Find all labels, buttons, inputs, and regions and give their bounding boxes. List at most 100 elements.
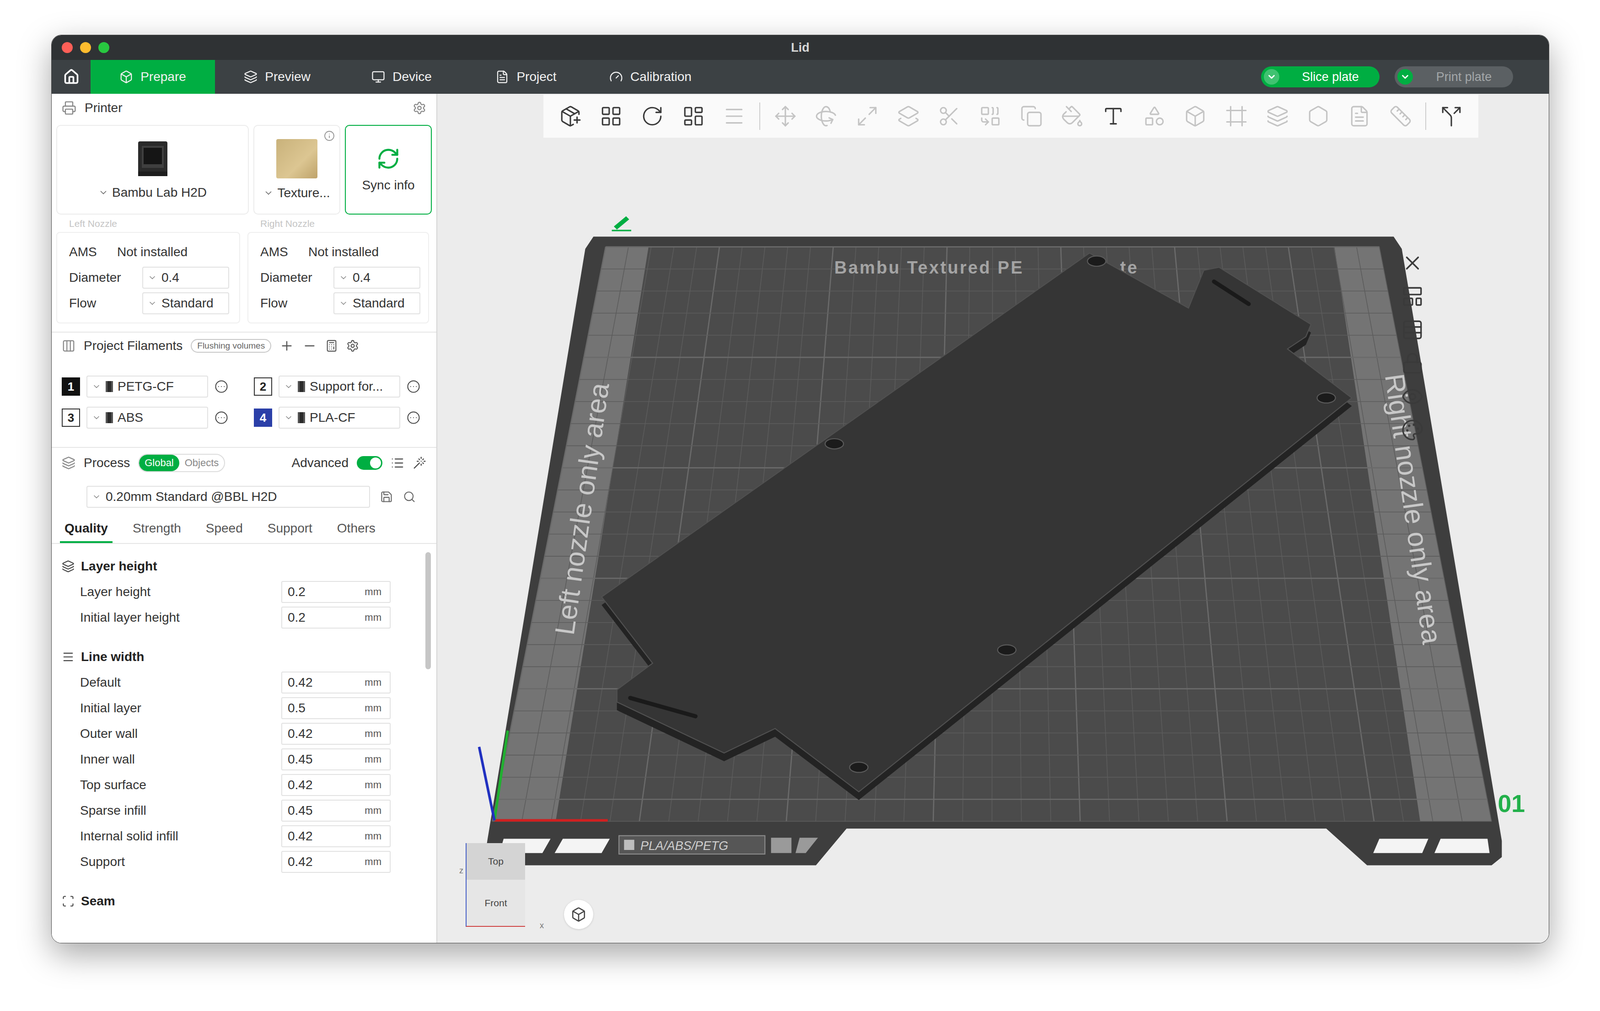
scrollbar-thumb[interactable] <box>425 552 431 670</box>
tool-button[interactable] <box>636 100 669 133</box>
tool-button[interactable] <box>1261 100 1294 133</box>
group-title: Seam <box>61 888 391 914</box>
dropdown-caret[interactable] <box>1263 69 1280 85</box>
nav-tab[interactable]: Device <box>339 59 464 94</box>
edit-plate-icon[interactable] <box>612 216 632 231</box>
tool-button[interactable] <box>810 100 843 133</box>
tool-button[interactable] <box>1343 100 1376 133</box>
process-tab[interactable]: Others <box>332 515 381 543</box>
reset-view-button[interactable] <box>563 899 594 929</box>
view-cube[interactable]: TopFrontzx <box>465 842 526 927</box>
chevron-down-icon <box>147 273 157 283</box>
print-plate-button[interactable]: Print plate <box>1394 66 1514 88</box>
process-tab[interactable]: Quality <box>59 515 113 543</box>
tool-button[interactable] <box>1015 100 1048 133</box>
window-control-button[interactable] <box>61 42 73 54</box>
tool-button[interactable] <box>1302 100 1335 133</box>
process-tab[interactable]: Strength <box>128 515 186 543</box>
scope-option[interactable]: Objects <box>179 454 225 472</box>
plate-tool-button[interactable] <box>1397 414 1428 446</box>
sync-info-card[interactable]: Sync info <box>344 124 432 215</box>
plate-card[interactable]: Texture... <box>253 124 341 215</box>
nav-tab[interactable]: Calibration <box>588 59 713 94</box>
setting-field[interactable]: 0.5mm <box>281 697 391 720</box>
process-tab[interactable]: Speed <box>201 515 248 543</box>
tool-button[interactable] <box>718 100 751 133</box>
window-control-button[interactable] <box>80 42 92 54</box>
filament-dropdown[interactable]: ABS <box>86 406 209 429</box>
slice-plate-button[interactable]: Slice plate <box>1261 66 1380 88</box>
home-button[interactable] <box>51 59 91 94</box>
save-icon <box>380 490 393 504</box>
plate-tool-button[interactable] <box>1397 348 1428 379</box>
filament-dropdown[interactable]: PETG-CF <box>86 375 209 398</box>
cube-top-face[interactable]: Top <box>466 842 526 880</box>
setting-field[interactable]: 0.42mm <box>281 722 391 745</box>
nav-tab[interactable]: Preview <box>214 59 340 94</box>
tool-button[interactable] <box>1179 100 1212 133</box>
tool-button[interactable] <box>1435 100 1468 133</box>
filament-dropdown[interactable]: Support for... <box>278 375 401 398</box>
scope-option[interactable]: Global <box>139 454 180 472</box>
filament-number[interactable]: 4 <box>253 408 273 427</box>
filament-number[interactable]: 2 <box>253 377 273 396</box>
tool-button[interactable] <box>554 100 587 133</box>
advanced-switch[interactable] <box>356 456 383 470</box>
lid-hole <box>997 644 1016 656</box>
tool-button[interactable] <box>1384 100 1417 133</box>
tool-button[interactable] <box>892 100 925 133</box>
scope-toggle[interactable]: GlobalObjects <box>138 453 226 473</box>
diameter-dropdown[interactable]: 0.4 <box>333 266 421 289</box>
tool-icon <box>937 104 961 128</box>
flow-dropdown[interactable]: Standard <box>142 292 230 315</box>
setting-field[interactable]: 0.42mm <box>281 825 391 848</box>
nav-tab[interactable]: Project <box>463 59 589 94</box>
tool-button[interactable] <box>933 100 966 133</box>
tool-button[interactable] <box>1138 100 1171 133</box>
filament-number[interactable]: 3 <box>61 408 81 427</box>
setting-field[interactable]: 0.42mm <box>281 671 391 694</box>
dropdown-caret[interactable] <box>1397 69 1413 85</box>
tool-button[interactable] <box>1097 100 1130 133</box>
tool-button[interactable] <box>677 100 710 133</box>
filament-number[interactable]: 1 <box>61 377 81 396</box>
setting-field[interactable]: 0.42mm <box>281 773 391 796</box>
tool-button[interactable] <box>769 100 802 133</box>
nav-tab-icon <box>371 69 386 84</box>
lid-object[interactable] <box>601 252 1352 792</box>
tool-button[interactable] <box>851 100 884 133</box>
tool-button[interactable] <box>974 100 1007 133</box>
process-tab[interactable]: Support <box>263 515 317 543</box>
flow-dropdown[interactable]: Standard <box>333 292 421 315</box>
tool-button[interactable] <box>595 100 628 133</box>
flushing-volumes-button[interactable]: Flushing volumes <box>190 338 272 353</box>
lid-slot <box>630 697 696 717</box>
plate-tool-button[interactable] <box>1397 314 1428 345</box>
setting-field[interactable]: 0.2mm <box>281 580 391 603</box>
setting-field[interactable]: 0.45mm <box>281 748 391 771</box>
printer-header: Printer <box>51 93 437 123</box>
tool-icon <box>896 104 920 128</box>
plate-tool-button[interactable] <box>1397 247 1428 279</box>
info-icon-wrap[interactable] <box>323 130 335 142</box>
window-control-button[interactable] <box>98 42 110 54</box>
plate-tool-icon <box>1401 351 1424 375</box>
minus-icon <box>302 338 317 354</box>
preset-dropdown[interactable]: 0.20mm Standard @BBL H2D <box>86 485 371 508</box>
cube-front-face[interactable]: Front <box>466 879 526 926</box>
filament-dropdown[interactable]: PLA-CF <box>278 406 401 429</box>
plate-tool-button[interactable] <box>1397 381 1428 412</box>
setting-field[interactable]: 0.42mm <box>281 850 391 873</box>
plate-tool-button[interactable] <box>1397 281 1428 312</box>
build-plate-view[interactable]: Bambu Textured PEteLeft nozzle only area… <box>437 93 1549 943</box>
setting-field[interactable]: 0.2mm <box>281 606 391 629</box>
tool-icon <box>814 104 838 128</box>
nav-tab[interactable]: Prepare <box>90 59 215 94</box>
tool-button[interactable] <box>1220 100 1253 133</box>
setting-row: Internal solid infill0.42mm <box>61 823 391 849</box>
printer-card[interactable]: Bambu Lab H2D <box>56 124 249 215</box>
tool-button[interactable] <box>1056 100 1089 133</box>
diameter-dropdown[interactable]: 0.4 <box>142 266 230 289</box>
3d-canvas[interactable]: Bambu Textured PEteLeft nozzle only area… <box>437 93 1549 943</box>
setting-field[interactable]: 0.45mm <box>281 799 391 822</box>
